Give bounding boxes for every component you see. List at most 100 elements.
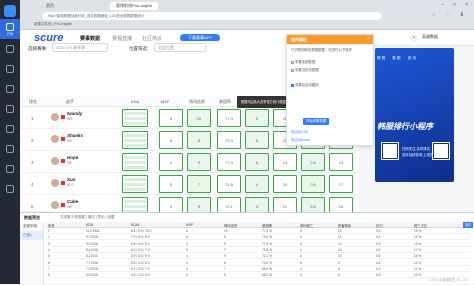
address-bar[interactable]: http://英雄联盟战报分析_选手数据面板_LOL职业联赛数据统计	[42, 12, 382, 20]
stat-value: 73.4	[225, 138, 233, 143]
preview-cell: 71.8 %	[262, 247, 272, 252]
preview-row[interactable]: 6 7.7 KDA 5.5 / 4.0 / 8.0 4 8 70.0 % 5 9 0.4 12 %	[46, 260, 470, 266]
kda-bar	[124, 139, 146, 142]
preview-toolbar[interactable]: 共采集 5 条数据 | 清空 | 导出 | 设置	[60, 215, 114, 220]
promo-banner[interactable]: 赛程 · 数据 · 资讯 韩服排行小程序 扫码关注 实时排名 选手战绩查询 上线…	[375, 48, 454, 182]
row-op-button[interactable]: 操作	[463, 222, 473, 228]
preview-cell: 11.0 KDA	[86, 229, 100, 233]
preview-cell: 9	[224, 241, 226, 246]
export-excel-link[interactable]: 导出为Excel	[291, 137, 309, 142]
cloud-icon	[6, 164, 14, 173]
panel-close-icon[interactable]: ×	[367, 35, 370, 44]
field-selected[interactable]: 已选1	[20, 231, 43, 240]
stat-value: 77.3	[225, 160, 233, 165]
stat-value: 6	[169, 138, 173, 143]
preview-row[interactable]: 8 6.9 KDA 4.8 / 2.0 / 6.0 2 6 68.2 % 3 9 0.5 10 %	[46, 272, 470, 279]
tab-home[interactable]: 首页	[40, 2, 60, 10]
kda-bar	[124, 205, 146, 208]
preview-cell: 11 %	[414, 266, 422, 271]
flag-icon	[61, 181, 65, 185]
stat-cell: 17	[329, 175, 353, 193]
stat-cell: 0.5	[301, 175, 325, 193]
avatar	[51, 135, 59, 143]
stat-cell: 5	[159, 109, 183, 127]
rail-item-4[interactable]	[0, 79, 20, 99]
player-name[interactable]: Cube	[67, 199, 78, 204]
rail-item-6[interactable]	[0, 119, 20, 139]
check-label: 采集后自动翻页	[295, 83, 319, 87]
bookmarks-bar[interactable]: 新建文件夹 | ProLeagNe	[34, 22, 72, 27]
grid-icon	[6, 44, 14, 53]
kda-bar	[124, 178, 146, 181]
rail-item-7[interactable]	[0, 139, 20, 159]
preview-row[interactable]: 4 8.4 KDA 6.2 / 5.0 / 7.0 5 7 71.8 % 4 10 0.5 17 …	[46, 247, 470, 253]
preview-cell: 0.4	[376, 235, 381, 240]
preview-cell: 0.3	[376, 266, 381, 271]
preview-row[interactable]: 5 8.1 KDA 5.9 / 3.0 / 9.0 3 9 72.1 % 4 12 0.6 16 …	[46, 253, 470, 260]
tab-current[interactable]: 赛博前线ProLeagNe	[110, 2, 159, 10]
panel-check-3[interactable]: 采集后自动翻页	[291, 82, 319, 87]
player-name[interactable]: Hope	[67, 155, 78, 160]
preview-row[interactable]: 2 9.7 KDA 7.9 / 6.0 / 8.0 6 8 73.4 % 5 11 0.4 14 …	[46, 234, 470, 241]
stat-cell: 0.6	[301, 153, 325, 171]
rail-item-home[interactable]: 行情	[0, 19, 20, 39]
rail-item-8[interactable]	[0, 159, 20, 179]
stat-cell: 73.4	[217, 131, 241, 149]
stat-cell: 4	[245, 175, 269, 193]
panel-check-2[interactable]: 采集当前页数据	[291, 67, 319, 72]
player-name[interactable]: Iwandy	[67, 111, 82, 116]
position-select[interactable]: 全部位置	[154, 43, 206, 52]
stat-value: 9	[197, 160, 201, 165]
player-name[interactable]: Xun	[67, 177, 76, 182]
preview-cell: 0.5	[376, 247, 381, 252]
kda-bar	[124, 134, 146, 137]
player-name[interactable]: Shanks	[67, 133, 83, 138]
user-menu[interactable]: 英雄数据	[422, 34, 438, 40]
rail-item-2[interactable]	[0, 39, 20, 59]
preview-cell: 9	[224, 254, 226, 259]
promo-line-2: 选手战绩查询 上线提醒	[402, 153, 437, 157]
rank: 5	[31, 204, 34, 209]
preview-row[interactable]: 3 9.0 KDA 6.5 / 4.0 / 9.0 4 9 77.3 % 6 13 0.6 13 …	[46, 241, 470, 247]
preview-cell: 77.3 %	[262, 241, 272, 246]
kda-bar	[124, 112, 146, 115]
col-kp[interactable]: 参团率	[219, 99, 231, 105]
stat-value: 71.8	[225, 182, 233, 187]
start-scrape-button[interactable]: 开始采集数据	[303, 118, 329, 125]
toolbar-icons[interactable]: ☆ ⋯ ⬇	[432, 12, 468, 18]
preview-cell: 9	[338, 260, 340, 265]
preview-cell: 8.1 KDA	[86, 254, 98, 259]
preview-row[interactable]: 1 11.0 KDA 8.4 / 5.0 / 10.0 5 10 77.3 % 5 10 0.3…	[46, 228, 470, 234]
col-kda[interactable]: KDA	[131, 99, 139, 104]
rail-item-3[interactable]	[0, 59, 20, 79]
field-all[interactable]: 全部字段	[20, 222, 43, 231]
browser-chrome: 首页 赛博前线ProLeagNe – □ × http://英雄联盟战报分析_选…	[20, 0, 474, 30]
col-mvp[interactable]: MVP	[161, 99, 170, 104]
season-select[interactable]: 2023 LPL春季赛	[52, 43, 108, 52]
preview-cell: 8.4 / 5.0 / 10.0	[131, 229, 152, 233]
folder-icon	[6, 104, 14, 113]
stat-cell: 6	[159, 131, 183, 149]
export-csv-link[interactable]: 导出为CSV	[291, 129, 308, 134]
stat-value: 5	[169, 116, 173, 121]
table-row[interactable]: 4 Xun BLG 5 7 71.8 4 10 0.5 17	[21, 173, 359, 195]
close-icon[interactable]: ×	[465, 2, 468, 8]
panel-check-1[interactable]: 采集全部数据	[291, 59, 315, 64]
minimize-icon[interactable]: –	[441, 2, 444, 8]
bell-icon[interactable]: •	[410, 34, 418, 42]
preview-cell: 8	[224, 235, 226, 240]
table-row[interactable]: 3 Hope WE 4 9 77.3 6 13 0.6 13	[21, 151, 359, 173]
rail-item-9[interactable]	[0, 179, 20, 199]
preview-row[interactable]: 7 7.3 KDA 5.1 / 3.0 / 7.0 3 7 69.4 % 3 8 0.3 11 %	[46, 266, 470, 272]
rank: 1	[31, 116, 34, 121]
preview-cell: 14 %	[414, 235, 422, 240]
preview-cell: 1	[48, 229, 50, 233]
preview-cell: 9.0 KDA	[86, 241, 98, 246]
ph-1: KDA	[86, 223, 93, 227]
preview-cell: 0.6	[376, 254, 381, 259]
preview-cell: 16 %	[414, 254, 422, 259]
chart-icon	[6, 124, 14, 133]
maximize-icon[interactable]: □	[453, 2, 456, 8]
col-kills[interactable]: 场均击杀	[189, 99, 205, 105]
rail-item-5[interactable]	[0, 99, 20, 119]
